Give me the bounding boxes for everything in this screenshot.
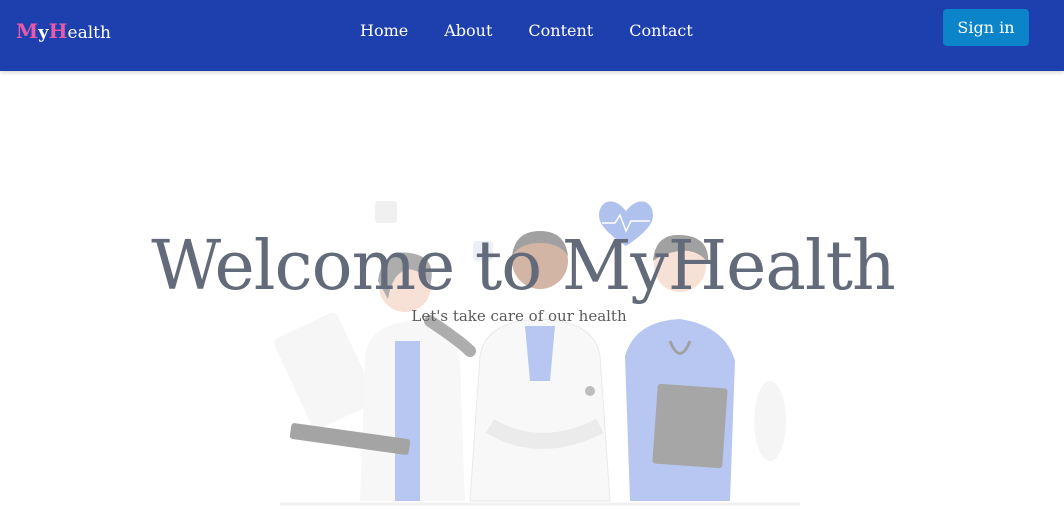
hero-section: Welcome to MyHealth Let's take care of o… [0, 71, 1064, 524]
hero-title: Welcome to MyHealth [151, 227, 896, 306]
logo-rest: ealth [67, 23, 111, 43]
doctors-illustration [274, 201, 800, 506]
logo[interactable]: MyHealth [16, 19, 111, 43]
nav-link-contact[interactable]: Contact [629, 21, 693, 40]
nav-link-home[interactable]: Home [360, 21, 408, 40]
hero-subtitle: Let's take care of our health [411, 307, 627, 325]
thumbs-up-icon [375, 201, 397, 223]
logo-letter-h: H [48, 19, 68, 43]
sign-in-button[interactable]: Sign in [943, 9, 1029, 46]
navbar: MyHealth Home About Content Contact Sign… [0, 0, 1064, 71]
nav-links: Home About Content Contact [360, 21, 693, 40]
logo-letter-y: y [38, 22, 49, 43]
nav-link-content[interactable]: Content [528, 21, 593, 40]
nav-link-about[interactable]: About [444, 21, 492, 40]
logo-letter-m: M [16, 19, 39, 43]
